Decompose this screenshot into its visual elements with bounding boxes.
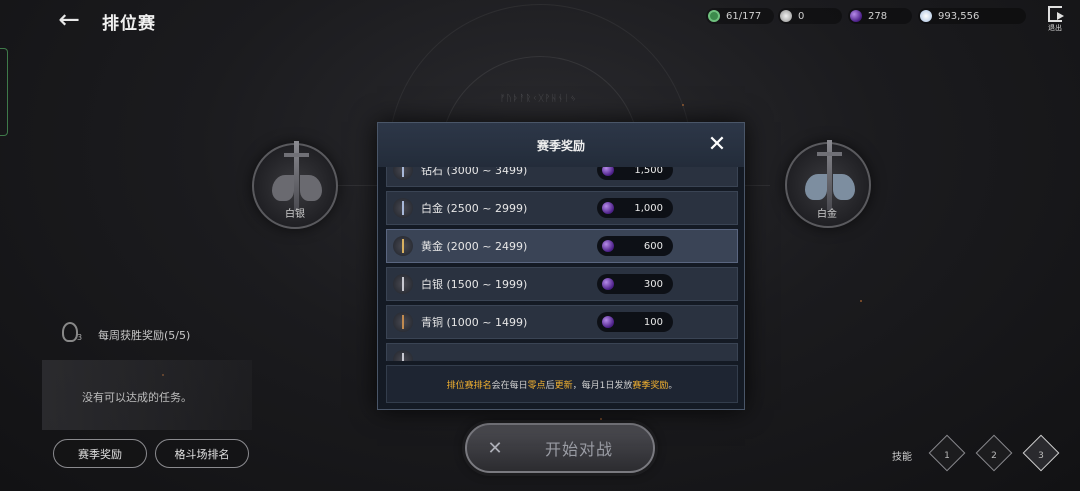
tier-name: 青铜 (1000 ~ 1499)	[421, 316, 528, 329]
task-empty-text: 没有可以达成的任务。	[82, 391, 192, 404]
back-arrow-icon: ←	[58, 5, 80, 35]
green-token-icon	[708, 10, 720, 22]
currency-white-crystal: 993,556	[918, 8, 1026, 24]
background-rune-ornament: ᚠᚢᚦᚨᚱᚲᚷᚹᚺᚾᛁᛃ	[500, 94, 577, 104]
ember-particle	[682, 104, 684, 106]
purple-gem-icon	[602, 202, 614, 214]
footer-text: 后	[545, 380, 555, 391]
currency-value: 61/177	[726, 10, 762, 22]
start-battle-label: 开始对战	[545, 440, 614, 459]
footer-text: ，每月1日发放	[572, 380, 633, 391]
next-rank-label: 白金	[817, 209, 837, 220]
skill-slot-number: 2	[991, 451, 997, 461]
season-reward-button[interactable]: 赛季奖励	[53, 439, 147, 468]
currency-value: 0	[798, 10, 805, 22]
purple-gem-icon	[602, 167, 614, 176]
modal-header: 赛季奖励	[378, 123, 744, 167]
reward-value: 100	[643, 316, 663, 328]
bronze-tier-icon	[393, 312, 413, 332]
crossed-swords-icon: ✕	[487, 437, 503, 459]
start-battle-button[interactable]: ✕ 开始对战	[465, 423, 655, 473]
tier-name: 黄金 (2000 ~ 2499)	[421, 240, 528, 253]
modal-footer-note: 排位赛排名 会在每日 零点后更新 ，每月1日发放 赛季奖励。	[386, 365, 738, 403]
silver-orb-icon	[780, 10, 792, 22]
close-icon: ✕	[707, 132, 727, 157]
season-reward-modal: 赛季奖励 ✕ 钻石 (3000 ~ 3499) 1,500 白金 (2500 ~…	[377, 122, 745, 410]
tier-name: 白金 (2500 ~ 2999)	[421, 202, 528, 215]
tier-name: 钻石 (3000 ~ 3499)	[421, 167, 528, 177]
task-panel: 没有可以达成的任务。	[42, 360, 252, 430]
back-button[interactable]: ←	[54, 5, 84, 35]
reward-row: 白金 (2500 ~ 2999) 1,000	[386, 191, 738, 225]
reward-row: 钻石 (3000 ~ 3499) 1,500	[386, 167, 738, 187]
silver-tier-icon	[393, 274, 413, 294]
reward-pill: 1,500	[597, 167, 673, 180]
purple-gem-icon	[602, 278, 614, 290]
purple-gem-icon	[602, 316, 614, 328]
currency-purple-gem: 278	[848, 8, 912, 24]
reward-row: 白银 (1500 ~ 1999) 300	[386, 267, 738, 301]
page-title: 排位赛	[102, 14, 156, 34]
white-crystal-icon	[920, 10, 932, 22]
footer-highlight: 排位赛排名	[446, 380, 492, 391]
reward-value: 600	[643, 240, 663, 252]
close-button[interactable]: ✕	[706, 134, 728, 156]
purple-gem-icon	[850, 10, 862, 22]
currency-value: 278	[868, 10, 888, 22]
ember-particle	[600, 418, 602, 420]
current-rank-label: 白银	[285, 209, 305, 220]
currency-silver-orb: 0	[778, 8, 842, 24]
footer-highlight: 赛季奖励	[632, 380, 669, 391]
reward-value: 1,000	[634, 202, 663, 214]
purple-gem-icon	[602, 240, 614, 252]
side-drawer-tab[interactable]	[0, 48, 8, 136]
gold-tier-icon	[393, 236, 413, 256]
weekly-reward-count: 3	[77, 333, 83, 342]
arena-ranking-button[interactable]: 格斗场排名	[155, 439, 249, 468]
reward-pill: 1,000	[597, 198, 673, 218]
currency-green-token: 61/177	[706, 8, 774, 24]
reward-row-partial	[386, 343, 738, 361]
reward-value: 1,500	[634, 167, 663, 176]
reward-value: 300	[643, 278, 663, 290]
reward-row: 青铜 (1000 ~ 1499) 100	[386, 305, 738, 339]
reward-pill: 300	[597, 274, 673, 294]
footer-text: 会在每日	[491, 380, 528, 391]
tier-name: 白银 (1500 ~ 1999)	[421, 278, 528, 291]
reward-pill: 600	[597, 236, 673, 256]
ember-particle	[860, 300, 862, 302]
weekly-reward-icon	[62, 322, 78, 342]
skill-slot-number: 3	[1038, 451, 1044, 461]
reward-row-current: 黄金 (2000 ~ 2499) 600	[386, 229, 738, 263]
exit-door-icon	[1048, 6, 1064, 22]
currency-value: 993,556	[938, 10, 980, 22]
footer-highlight: 零点	[527, 380, 546, 391]
weekly-reward-label: 每周获胜奖励(5/5)	[98, 329, 191, 342]
footer-highlight: 更新	[554, 380, 573, 391]
exit-label: 退出	[1048, 24, 1062, 32]
diamond-tier-icon	[393, 167, 413, 180]
tier-icon	[393, 350, 413, 361]
footer-text: 。	[668, 380, 678, 391]
platinum-tier-icon	[393, 198, 413, 218]
reward-list[interactable]: 钻石 (3000 ~ 3499) 1,500 白金 (2500 ~ 2999) …	[386, 167, 738, 361]
modal-title: 赛季奖励	[536, 138, 585, 153]
skill-slot-number: 1	[944, 451, 950, 461]
exit-button[interactable]: 退出	[1044, 6, 1066, 36]
reward-pill: 100	[597, 312, 673, 332]
skills-label: 技能	[892, 452, 912, 463]
